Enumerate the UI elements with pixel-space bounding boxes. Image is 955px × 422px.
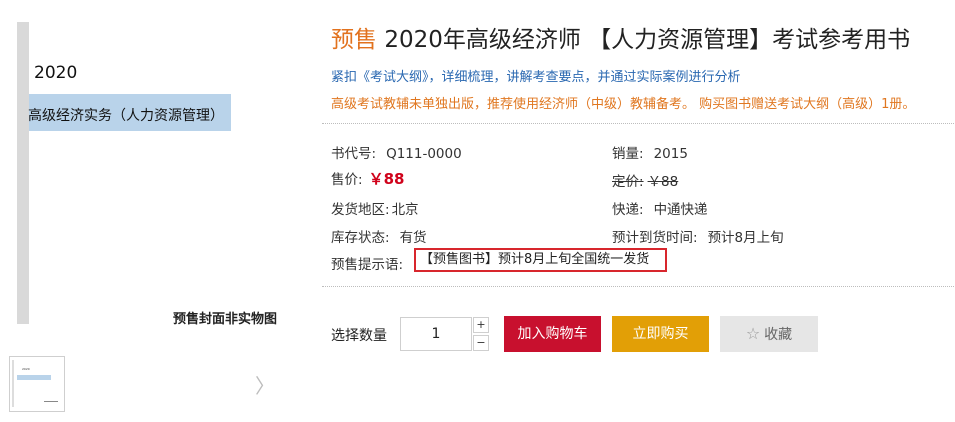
presale-hint: 【预售图书】预计8月上旬全国统一发货 (414, 248, 667, 272)
stock-label: 库存状态: (331, 230, 390, 246)
arrival-row: 预计到货时间: 预计8月上旬 (612, 226, 784, 246)
stock-value: 有货 (399, 230, 427, 246)
cover-title: 高级经济实务（人力资源管理） (28, 108, 224, 124)
quantity-increase-button[interactable]: + (473, 317, 489, 333)
sales-label: 销量: (612, 146, 644, 162)
product-title: 预售 2020年高级经济师 【人力资源管理】考试参考用书 (331, 20, 910, 54)
favorite-button[interactable]: ☆ 收藏 (720, 316, 818, 352)
star-icon: ☆ (745, 324, 761, 343)
add-to-cart-button[interactable]: 加入购物车 (504, 316, 601, 352)
sales-value: 2015 (653, 146, 688, 162)
divider (322, 123, 954, 124)
list-price-label: 定价: (612, 174, 644, 190)
courier-label: 快递: (612, 202, 644, 218)
thumbnail-spine (12, 360, 14, 407)
stock-row: 库存状态: 有货 (331, 226, 427, 246)
price-row: 售价: ￥88 (331, 168, 404, 189)
arrival-label: 预计到货时间: (612, 230, 698, 246)
chevron-right-icon[interactable]: 〉 (255, 370, 275, 399)
book-cover-image: 2020 高级经济实务（人力资源管理） 预售封面非实物图 (17, 22, 297, 327)
thumbnail-line (44, 401, 58, 402)
sales-row: 销量: 2015 (612, 142, 688, 162)
courier-row: 快递: 中通快递 (612, 198, 708, 218)
price-value: ￥88 (368, 170, 405, 188)
quantity-decrease-button[interactable]: − (473, 335, 489, 351)
price-label: 售价: (331, 172, 363, 188)
list-price-row: 定价: ￥88 (612, 170, 678, 190)
favorite-label: 收藏 (764, 327, 793, 343)
thumbnail-year: 2020 (22, 367, 30, 371)
arrival-value: 预计8月上旬 (707, 230, 784, 246)
cover-thumbnail[interactable]: 2020 (9, 356, 65, 412)
thumbnail-band (17, 375, 51, 380)
product-title-text: 2020年高级经济师 【人力资源管理】考试参考用书 (384, 27, 911, 53)
cover-year: 2020 (34, 63, 78, 83)
list-price-value: ￥88 (647, 174, 679, 190)
product-description: 紧扣《考试大纲》，详细梳理，讲解考查要点，并通过实际案例进行分析 (331, 70, 741, 85)
book-code-row: 书代号: Q111-0000 (331, 142, 462, 162)
divider (322, 286, 954, 287)
ship-from-label: 发货地区: (331, 202, 390, 218)
presale-tag: 预售 (331, 27, 377, 53)
quantity-label: 选择数量 (331, 328, 387, 344)
book-code-value: Q111-0000 (386, 146, 462, 162)
ship-from-row: 发货地区: 北京 (331, 198, 419, 218)
ship-from-value: 北京 (391, 202, 419, 218)
product-promo-note: 高级考试教辅未单独出版，推荐使用经济师（中级）教辅备考。 购买图书赠送考试大纲（… (331, 97, 916, 112)
buy-now-button[interactable]: 立即购买 (612, 316, 709, 352)
cover-disclaimer: 预售封面非实物图 (173, 312, 278, 327)
presale-hint-label: 预售提示语: (331, 257, 404, 273)
quantity-input[interactable] (400, 317, 472, 351)
cover-spine (17, 22, 29, 324)
book-code-label: 书代号: (331, 146, 377, 162)
courier-value: 中通快递 (653, 202, 708, 218)
